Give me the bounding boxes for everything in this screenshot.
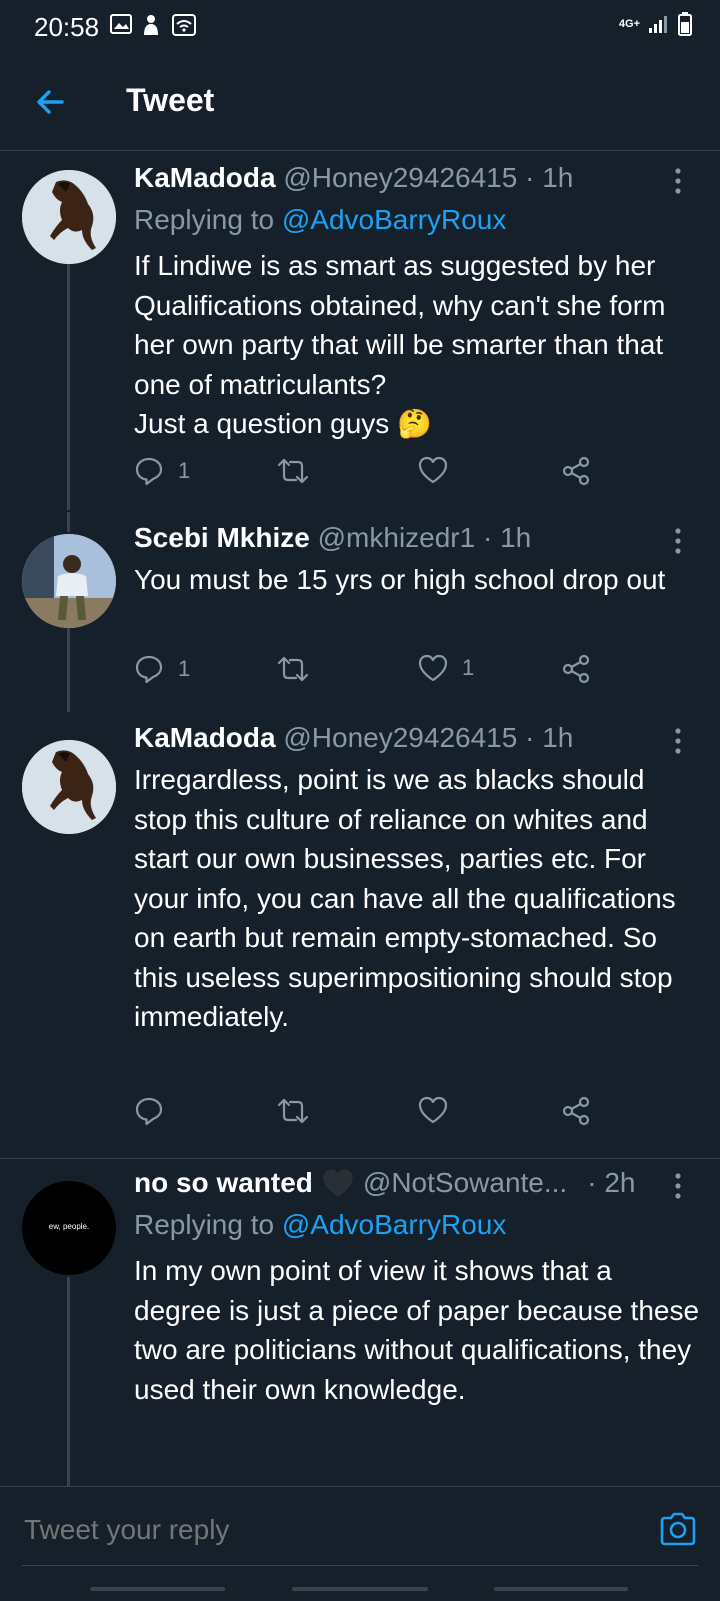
- tweet-header: Scebi Mkhize @mkhizedr1 · 1h: [134, 522, 660, 554]
- share-icon: [562, 456, 590, 486]
- reply-icon: [135, 457, 163, 486]
- avatar[interactable]: [22, 534, 116, 628]
- reply-icon: [135, 655, 163, 684]
- author-name[interactable]: KaMadoda: [134, 162, 276, 193]
- nav-home-button[interactable]: [292, 1587, 428, 1591]
- tweet-header: no so wanted @NotSowante... · 2h: [134, 1167, 660, 1199]
- replying-to-label: Replying to: [134, 1209, 282, 1240]
- like-button[interactable]: [418, 456, 462, 484]
- reply-composer: [0, 1486, 720, 1601]
- author-handle[interactable]: @Honey29426415: [283, 722, 517, 753]
- retweet-icon: [277, 1098, 309, 1124]
- share-button[interactable]: [562, 654, 590, 684]
- thread-line: [67, 512, 70, 532]
- author-handle[interactable]: @Honey29426415: [283, 162, 517, 193]
- tweet[interactable]: KaMadoda @Honey29426415 · 1h Replying to…: [0, 150, 720, 510]
- page-title: Tweet: [126, 82, 215, 118]
- replying-to: Replying to @AdvoBarryRoux: [134, 1209, 506, 1241]
- replying-to: Replying to @AdvoBarryRoux: [134, 204, 506, 236]
- tweet-actions: 1: [134, 456, 604, 492]
- replying-to-label: Replying to: [134, 204, 282, 235]
- tweet-text: In my own point of view it shows that a …: [134, 1255, 700, 1405]
- back-arrow-icon[interactable]: [32, 84, 68, 120]
- like-button[interactable]: 1: [418, 654, 474, 682]
- avatar[interactable]: [22, 740, 116, 834]
- battery-icon: [678, 12, 692, 36]
- more-options-icon[interactable]: [672, 1171, 684, 1201]
- more-options-icon[interactable]: [672, 526, 684, 556]
- replying-to-link[interactable]: @AdvoBarryRoux: [282, 1209, 507, 1240]
- tweet-header: KaMadoda @Honey29426415 · 1h: [134, 162, 660, 194]
- author-name[interactable]: KaMadoda: [134, 722, 276, 753]
- retweet-button[interactable]: [276, 456, 324, 486]
- network-type-label: 4G+: [618, 18, 640, 30]
- reply-icon: [135, 1097, 163, 1126]
- heart-icon: [418, 456, 448, 484]
- signal-icon: [649, 16, 667, 33]
- tweet-time: · 1h: [525, 162, 574, 193]
- app-notification-icon: [144, 15, 158, 35]
- retweet-icon: [277, 656, 309, 682]
- retweet-button[interactable]: [276, 1096, 324, 1126]
- system-nav-bar: [0, 1577, 720, 1601]
- author-name[interactable]: no so wanted: [134, 1167, 313, 1199]
- tweet-actions: 1 1: [134, 654, 604, 690]
- avatar[interactable]: [22, 170, 116, 264]
- person-avatar-image: [22, 534, 116, 628]
- gallery-notification-icon: [110, 14, 132, 34]
- reply-count: 1: [178, 458, 191, 483]
- tweet[interactable]: KaMadoda @Honey29426415 · 1h Irregardles…: [0, 712, 720, 1158]
- reply-button[interactable]: 1: [134, 456, 190, 486]
- tweet[interactable]: Scebi Mkhize @mkhizedr1 · 1h You must be…: [0, 512, 720, 712]
- avatar[interactable]: ew, people.: [22, 1181, 116, 1275]
- tweet-time: · 1h: [525, 722, 574, 753]
- tweet-time: · 1h: [483, 522, 532, 553]
- avatar-text: ew, people.: [48, 1222, 90, 1231]
- reply-button[interactable]: [134, 1096, 178, 1126]
- status-bar: 20:58 4G+: [0, 0, 720, 52]
- wifi-hotspot-icon: [172, 14, 196, 36]
- retweet-icon: [277, 458, 309, 484]
- thread-line: [67, 1277, 70, 1486]
- tweet-time: · 2h: [587, 1167, 636, 1198]
- like-count: 1: [462, 655, 475, 680]
- author-handle[interactable]: @mkhizedr1: [318, 522, 476, 553]
- app-bar: Tweet: [0, 52, 720, 151]
- tweet-text: You must be 15 yrs or high school drop o…: [134, 564, 666, 595]
- nav-recents-button[interactable]: [90, 1587, 225, 1591]
- reply-count: 1: [178, 656, 191, 681]
- share-button[interactable]: [562, 1096, 590, 1126]
- author-handle[interactable]: @NotSowante...: [363, 1167, 567, 1199]
- horse-avatar-image: [22, 170, 116, 264]
- reply-button[interactable]: 1: [134, 654, 190, 684]
- share-button[interactable]: [562, 456, 590, 486]
- replying-to-link[interactable]: @AdvoBarryRoux: [282, 204, 507, 235]
- reply-input-underline: [22, 1565, 698, 1566]
- camera-icon[interactable]: [658, 1509, 698, 1549]
- reply-input[interactable]: [22, 1513, 626, 1547]
- more-options-icon[interactable]: [672, 166, 684, 196]
- thread-line: [67, 628, 70, 712]
- heart-icon: [418, 1096, 448, 1124]
- share-icon: [562, 654, 590, 684]
- author-name[interactable]: Scebi Mkhize: [134, 522, 310, 553]
- tweet-actions: [134, 1096, 604, 1132]
- like-button[interactable]: [418, 1096, 462, 1124]
- tweet-text: If Lindiwe is as smart as suggested by h…: [134, 250, 666, 439]
- retweet-button[interactable]: [276, 654, 324, 684]
- thread-line: [67, 264, 70, 510]
- tweet[interactable]: ew, people. no so wanted @NotSowante... …: [0, 1159, 720, 1486]
- nav-back-button[interactable]: [494, 1587, 628, 1591]
- tweet-text: Irregardless, point is we as blacks shou…: [134, 764, 676, 1032]
- heart-icon: [418, 654, 448, 682]
- share-icon: [562, 1096, 590, 1126]
- more-options-icon[interactable]: [672, 726, 684, 756]
- tweet-header: KaMadoda @Honey29426415 · 1h: [134, 722, 660, 754]
- status-time: 20:58: [34, 12, 100, 42]
- black-heart-emoji-icon: [323, 1169, 353, 1197]
- horse-avatar-image: [22, 740, 116, 834]
